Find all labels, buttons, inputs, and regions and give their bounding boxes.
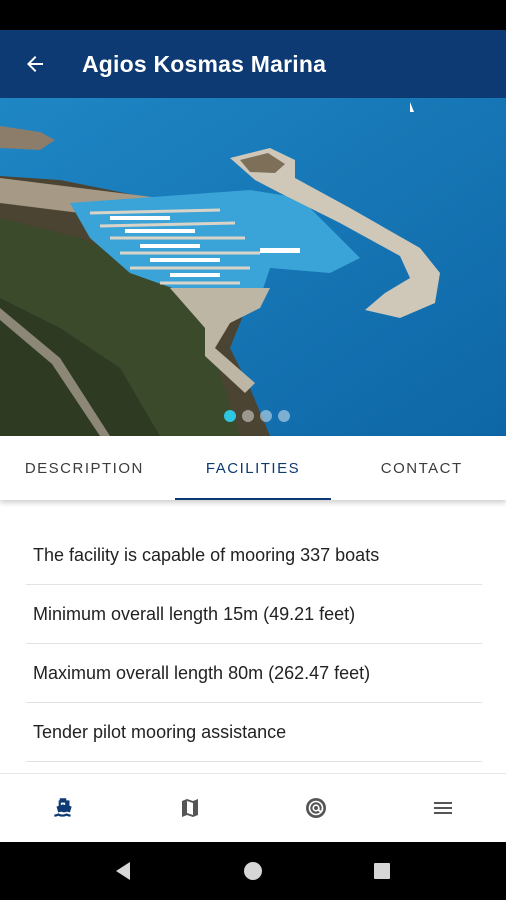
marina-aerial-photo xyxy=(0,98,506,436)
nav-menu-button[interactable] xyxy=(380,774,506,842)
bottom-navigation xyxy=(0,773,506,842)
tab-contact[interactable]: CONTACT xyxy=(337,436,506,500)
tab-bar: DESCRIPTION FACILITIES CONTACT xyxy=(0,436,506,500)
list-item: Minimum overall length 15m (49.21 feet) xyxy=(26,585,482,644)
nav-contact-button[interactable] xyxy=(253,774,380,842)
nav-marina-button[interactable] xyxy=(0,774,127,842)
menu-icon xyxy=(433,802,452,814)
status-bar xyxy=(0,0,506,30)
tab-description[interactable]: DESCRIPTION xyxy=(0,436,169,500)
app-bar: Agios Kosmas Marina xyxy=(0,30,506,98)
carousel-dot[interactable] xyxy=(260,410,272,422)
facilities-list: The facility is capable of mooring 337 b… xyxy=(26,526,482,762)
map-icon xyxy=(181,799,198,817)
system-recents-button[interactable] xyxy=(362,851,402,891)
carousel-indicator xyxy=(8,410,506,422)
at-sign-icon xyxy=(306,798,327,818)
back-button[interactable] xyxy=(20,49,50,79)
list-item: The facility is capable of mooring 337 b… xyxy=(26,526,482,585)
recents-square-icon xyxy=(373,862,390,879)
nav-map-button[interactable] xyxy=(127,774,254,842)
list-item: Maximum overall length 80m (262.47 feet) xyxy=(26,644,482,703)
carousel-dot[interactable] xyxy=(224,410,236,422)
system-back-button[interactable] xyxy=(104,851,144,891)
tab-facilities[interactable]: FACILITIES xyxy=(169,436,338,500)
hero-image[interactable] xyxy=(0,98,506,436)
arrow-left-icon xyxy=(27,56,43,72)
back-triangle-icon xyxy=(116,861,131,880)
carousel-dot[interactable] xyxy=(242,410,254,422)
boat-icon xyxy=(54,798,72,817)
system-home-button[interactable] xyxy=(233,851,273,891)
page-title: Agios Kosmas Marina xyxy=(82,50,327,77)
list-item: Tender pilot mooring assistance xyxy=(26,703,482,762)
home-circle-icon xyxy=(243,861,262,880)
system-navigation-bar xyxy=(0,841,506,900)
carousel-dot[interactable] xyxy=(278,410,290,422)
